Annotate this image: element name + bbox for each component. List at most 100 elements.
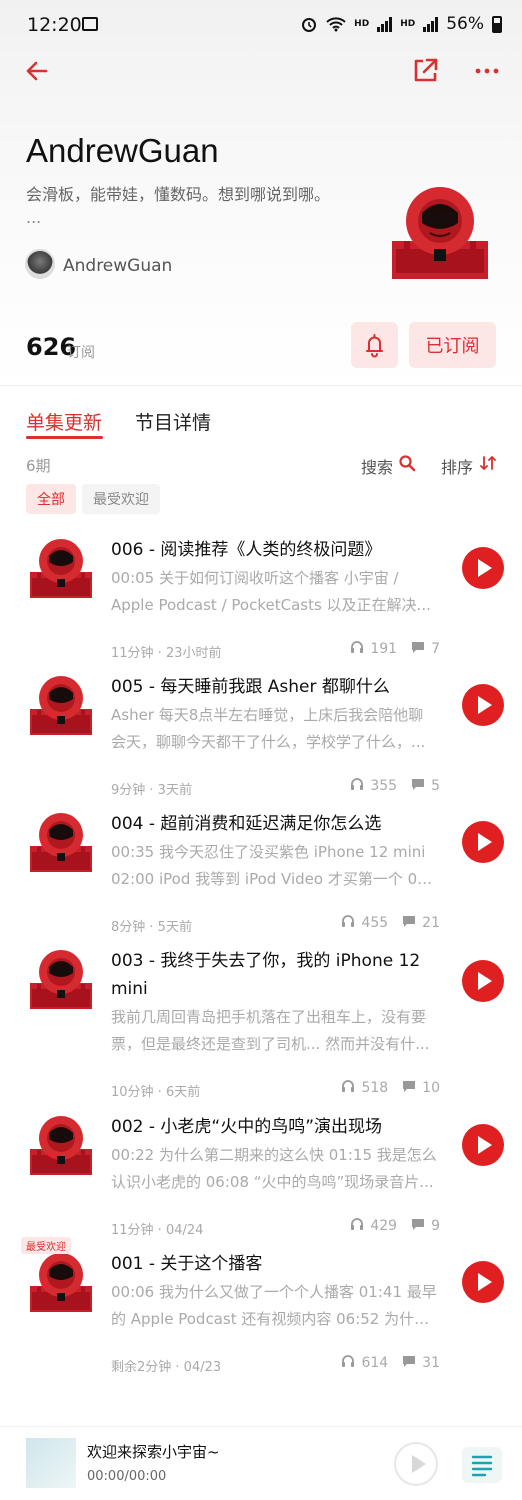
episode-title[interactable]: 004 - 超前消费和延迟满足你怎么选 bbox=[111, 810, 441, 838]
episode-artwork bbox=[30, 1113, 92, 1175]
episode-play-button[interactable] bbox=[462, 1124, 504, 1166]
episode-artwork bbox=[30, 536, 92, 598]
mini-player-play-button[interactable] bbox=[394, 1442, 438, 1486]
episode-title[interactable]: 002 - 小老虎“火中的鸟鸣”演出现场 bbox=[111, 1113, 441, 1141]
comment-count: 21 bbox=[422, 915, 440, 931]
episode-description-line: 00:05 关于如何订阅收听这个播客 小宇宙 / bbox=[111, 569, 399, 587]
episode-count: 6期 bbox=[26, 457, 51, 475]
subscriber-label: 订阅 bbox=[67, 345, 95, 361]
episode-play-button[interactable] bbox=[462, 1261, 504, 1303]
description-more[interactable]: ... bbox=[26, 208, 41, 227]
play-count: 614 bbox=[361, 1355, 389, 1371]
signal-icon bbox=[377, 16, 393, 32]
episode-stats: 455 21 bbox=[341, 914, 440, 932]
episode-description-line: Asher 每天8点半左右睡觉，上床后我会陪他聊 bbox=[111, 706, 424, 724]
search-icon[interactable] bbox=[398, 454, 416, 472]
play-count: 191 bbox=[370, 641, 398, 657]
hd-label: HD bbox=[354, 19, 370, 29]
signal-icon-2 bbox=[423, 16, 439, 32]
episode-play-button[interactable] bbox=[462, 960, 504, 1002]
episode-title[interactable]: 003 - 我终于失去了你，我的 iPhone 12 mini bbox=[111, 947, 441, 1003]
episode-artwork bbox=[30, 810, 92, 872]
episode-description-line: 认识小老虎的 06:08 “火中的鸟鸣”现场录音片... bbox=[111, 1173, 434, 1191]
comment-count: 7 bbox=[431, 641, 440, 657]
comment-icon bbox=[402, 1079, 416, 1097]
play-count: 355 bbox=[370, 778, 398, 794]
search-button[interactable]: 搜索 bbox=[361, 454, 393, 478]
filter-chip-popular[interactable]: 最受欢迎 bbox=[82, 484, 160, 514]
alarm-icon bbox=[302, 18, 317, 32]
episode-title[interactable]: 005 - 每天睡前我跟 Asher 都聊什么 bbox=[111, 673, 441, 701]
episode-title[interactable]: 001 - 关于这个播客 bbox=[111, 1250, 441, 1278]
podcast-description: 会滑板，能带娃，懂数码。想到哪说到哪。 bbox=[26, 185, 331, 204]
episode-title[interactable]: 006 - 阅读推荐《人类的终极问题》 bbox=[111, 536, 441, 564]
episode-meta: 9分钟 · 3天前 bbox=[111, 783, 192, 798]
episode-description-line: 的 Apple Podcast 还有视频内容 06:52 为什么... bbox=[111, 1310, 441, 1328]
episode-meta: 8分钟 · 5天前 bbox=[111, 920, 192, 935]
episode-meta: 10分钟 · 6天前 bbox=[111, 1085, 201, 1100]
headphones-icon bbox=[350, 640, 364, 658]
tab-episodes[interactable]: 单集更新 bbox=[26, 408, 102, 435]
status-bar: 12:20 HD HD 56% bbox=[0, 0, 522, 52]
battery-percent: 56% bbox=[446, 14, 484, 34]
play-count: 429 bbox=[370, 1218, 398, 1234]
play-count: 518 bbox=[361, 1080, 389, 1096]
mini-player[interactable]: 欢迎来探索小宇宙~ 00:00/00:00 bbox=[0, 1426, 522, 1500]
episode-description: 我前几周回青岛把手机落在了出租车上，没有要 票，但是最终还是查到了司机... 然而… bbox=[111, 1004, 441, 1058]
episode-description: 00:22 为什么第二期来的这么快 01:15 我是怎么 认识小老虎的 06:08… bbox=[111, 1142, 441, 1196]
status-time: 12:20 bbox=[27, 14, 82, 36]
episode-description: 00:06 我为什么又做了一个个人播客 01:41 最早的 Apple Podc… bbox=[111, 1279, 441, 1333]
status-indicators: HD HD 56% bbox=[300, 14, 502, 34]
headphones-icon bbox=[341, 914, 355, 932]
sort-icon[interactable] bbox=[480, 455, 496, 471]
episode-play-button[interactable] bbox=[462, 547, 504, 589]
episode-stats: 191 7 bbox=[350, 640, 440, 658]
playlist-button[interactable] bbox=[462, 1447, 502, 1483]
comment-icon bbox=[411, 1217, 425, 1235]
playlist-icon bbox=[471, 1455, 493, 1477]
mini-player-title: 欢迎来探索小宇宙~ bbox=[87, 1443, 220, 1461]
tab-details[interactable]: 节目详情 bbox=[135, 408, 211, 435]
comment-icon bbox=[411, 640, 425, 658]
episode-description: 00:35 我今天忍住了没买紫色 iPhone 12 mini 02:00 iPo… bbox=[111, 839, 441, 893]
podcast-cover-art bbox=[392, 187, 488, 279]
comment-count: 5 bbox=[431, 778, 440, 794]
comment-icon bbox=[411, 777, 425, 795]
share-icon[interactable] bbox=[410, 56, 440, 86]
author-avatar[interactable] bbox=[25, 249, 55, 279]
filter-chip-all[interactable]: 全部 bbox=[26, 484, 76, 514]
episode-stats: 518 10 bbox=[341, 1079, 440, 1097]
episode-play-button[interactable] bbox=[462, 821, 504, 863]
notification-bell-button[interactable] bbox=[351, 322, 398, 368]
more-menu-icon[interactable] bbox=[472, 56, 502, 86]
comment-count: 31 bbox=[422, 1355, 440, 1371]
headphones-icon bbox=[341, 1354, 355, 1372]
comment-count: 9 bbox=[431, 1218, 440, 1234]
episode-stats: 429 9 bbox=[350, 1217, 440, 1235]
active-tab-indicator bbox=[26, 436, 103, 439]
sort-button[interactable]: 排序 bbox=[441, 454, 473, 478]
image-notification-icon bbox=[82, 17, 98, 31]
episode-description-line: 02:00 iPod 我等到 iPod Video 才买第一个 03:... bbox=[111, 870, 441, 888]
play-count: 455 bbox=[361, 915, 389, 931]
episode-description: 00:05 关于如何订阅收听这个播客 小宇宙 / Apple Podcast / … bbox=[111, 565, 441, 619]
divider bbox=[0, 385, 522, 386]
episode-meta: 11分钟 · 04/24 bbox=[111, 1223, 204, 1238]
episode-meta: 11分钟 · 23小时前 bbox=[111, 646, 222, 661]
episode-description-line: 00:06 我为什么又做了一个个人播客 01:41 最早 bbox=[111, 1283, 437, 1301]
subscribed-button[interactable]: 已订阅 bbox=[409, 322, 496, 368]
bell-icon bbox=[366, 334, 383, 358]
battery-icon bbox=[492, 15, 502, 33]
episode-description-line: 00:22 为什么第二期来的这么快 01:15 我是怎么 bbox=[111, 1146, 437, 1164]
episode-play-button[interactable] bbox=[462, 684, 504, 726]
comment-count: 10 bbox=[422, 1080, 440, 1096]
author-name[interactable]: AndrewGuan bbox=[63, 256, 172, 276]
headphones-icon bbox=[350, 1217, 364, 1235]
podcast-title: AndrewGuan bbox=[26, 132, 219, 169]
episode-description-line: 我前几周回青岛把手机落在了出租车上，没有要 bbox=[111, 1008, 427, 1026]
episode-meta: 剩余2分钟 · 04/23 bbox=[111, 1360, 222, 1375]
episode-description-line: 会天，聊聊今天都干了什么，学校学了什么，... bbox=[111, 733, 426, 751]
comment-icon bbox=[402, 914, 416, 932]
episode-artwork bbox=[30, 947, 92, 1009]
back-arrow-icon[interactable] bbox=[22, 56, 52, 86]
